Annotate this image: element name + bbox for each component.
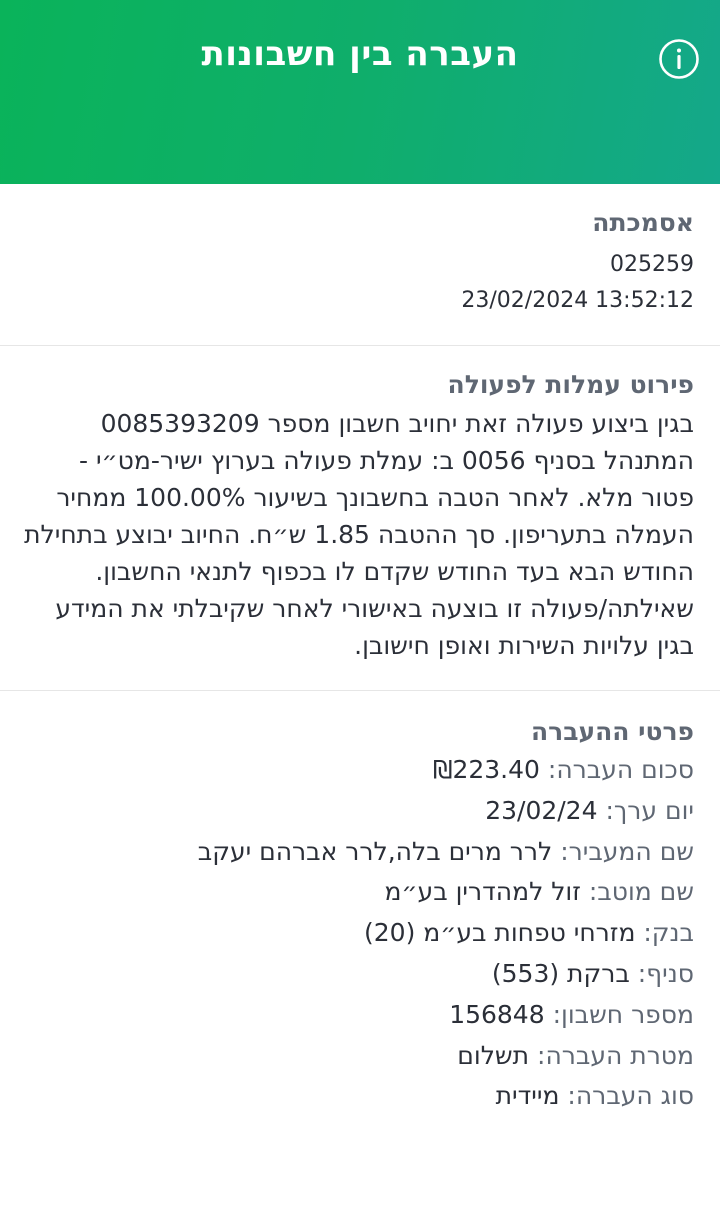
detail-row-value-date: יום ערך: 23/02/24 xyxy=(24,791,694,832)
detail-row-bank: בנק: מזרחי טפחות בע״מ (20) xyxy=(24,913,694,954)
detail-label: סכום העברה: xyxy=(547,755,694,784)
detail-value: ₪223.40 xyxy=(432,755,540,784)
transfer-details-section: פרטי ההעברה סכום העברה: ₪223.40 יום ערך:… xyxy=(0,691,720,1117)
reference-datetime: 23/02/2024 13:52:12 xyxy=(461,288,694,313)
detail-row-account-number: מספר חשבון: 156848 xyxy=(24,995,694,1036)
detail-label: סניף: xyxy=(637,958,694,988)
detail-value: 23/02/24 xyxy=(485,795,598,825)
detail-label: שם המעביר: xyxy=(560,836,694,866)
info-icon xyxy=(659,39,699,79)
fees-section: פירוט עמלות לפעולה בגין ביצוע פעולה זאת … xyxy=(0,346,720,690)
detail-value: תשלום xyxy=(457,1040,530,1070)
detail-value: לרר מרים בלה,לרר אברהם יעקב xyxy=(197,836,553,866)
detail-row-purpose: מטרת העברה: תשלום xyxy=(24,1036,694,1077)
detail-value: זול למהדרין בע״מ xyxy=(384,877,581,907)
detail-row-sender-name: שם המעביר: לרר מרים בלה,לרר אברהם יעקב xyxy=(24,832,694,873)
detail-label: מטרת העברה: xyxy=(537,1040,694,1070)
detail-label: שם מוטב: xyxy=(588,877,694,907)
fees-description: בגין ביצוע פעולה זאת יחויב חשבון מספר 00… xyxy=(24,409,694,660)
detail-row-amount: סכום העברה: ₪223.40 xyxy=(24,750,694,791)
page-title: העברה בין חשבונות xyxy=(201,34,519,74)
reference-number: 025259 xyxy=(610,252,694,277)
detail-label: בנק: xyxy=(643,918,694,948)
reference-title: אסמכתה xyxy=(592,208,694,237)
detail-row-beneficiary-name: שם מוטב: זול למהדרין בע״מ xyxy=(24,872,694,913)
detail-value: מזרחי טפחות בע״מ (20) xyxy=(363,918,636,948)
detail-label: מספר חשבון: xyxy=(552,999,694,1029)
detail-label: יום ערך: xyxy=(605,795,694,825)
details-title: פרטי ההעברה xyxy=(530,717,694,746)
header-bar: העברה בין חשבונות xyxy=(0,0,720,184)
detail-row-branch: סניף: ברקת (553) xyxy=(24,954,694,995)
fees-title: פירוט עמלות לפעולה xyxy=(447,370,694,399)
detail-value: מיידית xyxy=(495,1081,560,1111)
info-button[interactable] xyxy=(658,38,700,80)
detail-value: 156848 xyxy=(449,999,545,1029)
reference-section: אסמכתה 025259 23/02/2024 13:52:12 xyxy=(0,184,720,345)
detail-label: סוג העברה: xyxy=(567,1081,694,1111)
detail-value: ברקת (553) xyxy=(491,958,630,988)
detail-row-transfer-type: סוג העברה: מיידית xyxy=(24,1076,694,1117)
